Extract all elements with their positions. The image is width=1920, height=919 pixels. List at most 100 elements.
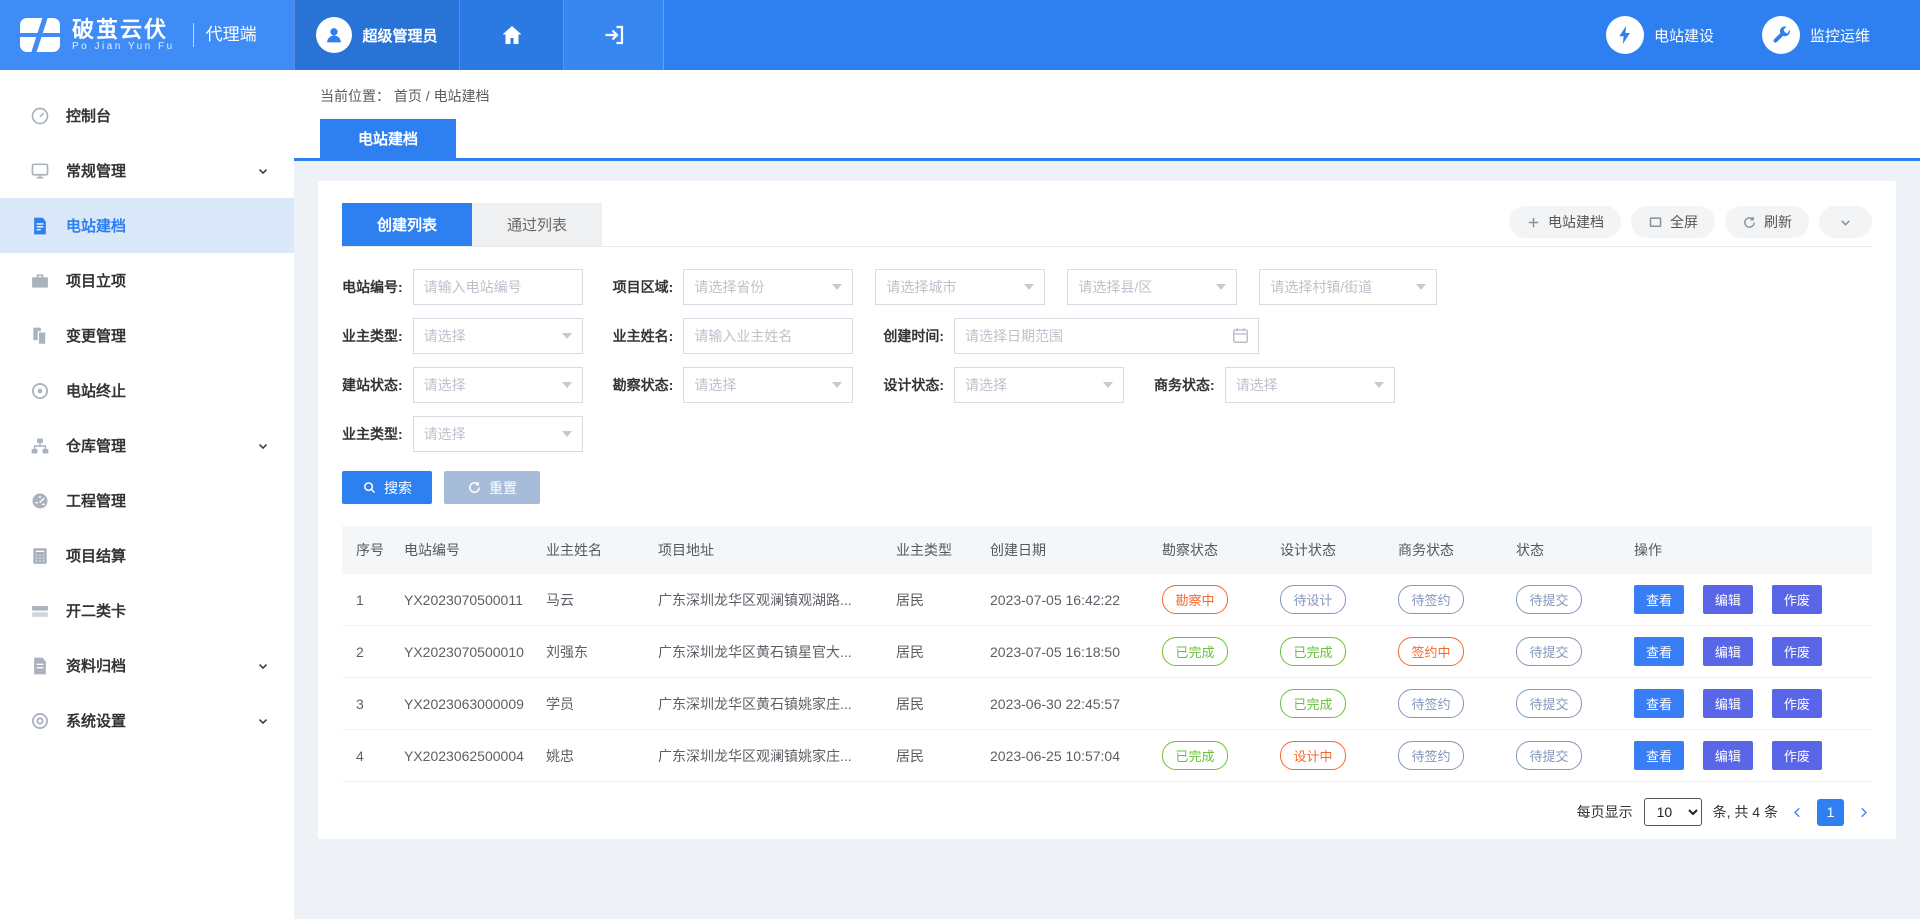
page-number-button[interactable]: 1: [1817, 799, 1844, 826]
sidebar-item-change-mgmt[interactable]: 变更管理: [0, 308, 294, 363]
cell-type: 居民: [888, 626, 982, 678]
sidebar-item-system-settings[interactable]: 系统设置: [0, 693, 294, 748]
owner-type-placeholder: 请选择: [424, 326, 466, 346]
create-time-label: 创建时间:: [883, 326, 944, 346]
business-status-placeholder: 请选择: [1236, 375, 1278, 395]
caret-down-icon: [1374, 382, 1384, 388]
view-button[interactable]: 查看: [1634, 689, 1684, 718]
brand-subtitle: Po Jian Yun Fu: [72, 41, 175, 52]
void-button[interactable]: 作废: [1772, 689, 1822, 718]
view-button[interactable]: 查看: [1634, 585, 1684, 614]
design-status-badge: 设计中: [1280, 741, 1346, 770]
build-status-select[interactable]: 请选择: [413, 367, 583, 403]
business-status-badge: 待签约: [1398, 741, 1464, 770]
table-row: 4 YX2023062500004 姚忠 广东深圳龙华区观澜镇姚家庄... 居民…: [342, 730, 1872, 782]
status-badge: 待提交: [1516, 585, 1582, 614]
sidebar-item-project-settlement[interactable]: 项目结算: [0, 528, 294, 583]
next-page-icon[interactable]: [1855, 804, 1872, 821]
fullscreen-button[interactable]: 全屏: [1631, 206, 1715, 238]
cell-address: 广东深圳龙华区黄石镇星官大...: [650, 626, 888, 678]
sidebar-item-label: 开二类卡: [66, 600, 126, 621]
nav-monitoring-ops[interactable]: 监控运维: [1762, 16, 1870, 54]
sidebar-item-project-initiation[interactable]: 项目立项: [0, 253, 294, 308]
search-icon: [362, 480, 377, 495]
refresh-button[interactable]: 刷新: [1725, 206, 1809, 238]
district-select[interactable]: 请选择县/区: [1067, 269, 1237, 305]
survey-status-select[interactable]: 请选择: [683, 367, 853, 403]
design-status-select[interactable]: 请选择: [954, 367, 1124, 403]
town-select[interactable]: 请选择村镇/街道: [1259, 269, 1437, 305]
reset-button[interactable]: 重置: [444, 471, 540, 504]
edit-button[interactable]: 编辑: [1703, 585, 1753, 614]
sidebar-item-station-termination[interactable]: 电站终止: [0, 363, 294, 418]
owner-type2-select[interactable]: 请选择: [413, 416, 583, 452]
station-no-input[interactable]: [413, 269, 583, 305]
sidebar-item-general-mgmt[interactable]: 常规管理: [0, 143, 294, 198]
sidebar-item-engineering-mgmt[interactable]: 工程管理: [0, 473, 294, 528]
table-row: 1 YX2023070500011 马云 广东深圳龙华区观澜镇观湖路... 居民…: [342, 574, 1872, 626]
sidebar-item-console[interactable]: 控制台: [0, 88, 294, 143]
province-select[interactable]: 请选择省份: [683, 269, 853, 305]
business-status-select[interactable]: 请选择: [1225, 367, 1395, 403]
refresh-icon: [1742, 215, 1757, 230]
per-page-select[interactable]: 10: [1644, 798, 1702, 826]
sidebar-item-label: 项目立项: [66, 270, 126, 291]
sidebar-item-label: 控制台: [66, 105, 111, 126]
void-button[interactable]: 作废: [1772, 585, 1822, 614]
business-status-badge: 签约中: [1398, 637, 1464, 666]
build-status-label: 建站状态:: [342, 375, 403, 395]
tab-create-list[interactable]: 创建列表: [342, 203, 472, 246]
brand-title: 破茧云伏: [72, 18, 175, 41]
city-select[interactable]: 请选择城市: [875, 269, 1045, 305]
view-button[interactable]: 查看: [1634, 637, 1684, 666]
edit-button[interactable]: 编辑: [1703, 689, 1753, 718]
sidebar-item-warehouse-mgmt[interactable]: 仓库管理: [0, 418, 294, 473]
cell-owner: 学员: [538, 678, 650, 730]
caret-down-icon: [562, 333, 572, 339]
sidebar-item-label: 电站终止: [66, 380, 126, 401]
monitor-icon: [30, 161, 50, 181]
cell-type: 居民: [888, 730, 982, 782]
sidebar-item-data-archive[interactable]: 资料归档: [0, 638, 294, 693]
status-badge: 待提交: [1516, 637, 1582, 666]
prev-page-icon[interactable]: [1789, 804, 1806, 821]
nav-station-construction[interactable]: 电站建设: [1606, 16, 1714, 54]
page-tab-station-archive[interactable]: 电站建档: [320, 119, 456, 158]
view-button[interactable]: 查看: [1634, 741, 1684, 770]
sidebar-item-type2-card[interactable]: 开二类卡: [0, 583, 294, 638]
cell-owner: 马云: [538, 574, 650, 626]
survey-status-badge: 已完成: [1162, 637, 1228, 666]
collapse-toolbar-button[interactable]: [1819, 206, 1872, 238]
void-button[interactable]: 作废: [1772, 637, 1822, 666]
breadcrumb: 当前位置： 首页 / 电站建档: [320, 86, 1920, 106]
owner-name-input[interactable]: [683, 318, 853, 354]
tab-passed-list[interactable]: 通过列表: [472, 203, 602, 246]
owner-type-select[interactable]: 请选择: [413, 318, 583, 354]
col-code: 电站编号: [396, 526, 538, 574]
cell-created: 2023-07-05 16:42:22: [982, 574, 1154, 626]
design-status-badge: 已完成: [1280, 637, 1346, 666]
sitemap-icon: [30, 436, 50, 456]
edit-button[interactable]: 编辑: [1703, 741, 1753, 770]
card-icon: [30, 601, 50, 621]
home-button[interactable]: [460, 0, 564, 70]
business-status-badge: 待签约: [1398, 689, 1464, 718]
breadcrumb-home[interactable]: 首页: [394, 88, 422, 104]
cell-address: 广东深圳龙华区黄石镇姚家庄...: [650, 678, 888, 730]
sidebar-item-station-archive[interactable]: 电站建档: [0, 198, 294, 253]
cell-type: 居民: [888, 678, 982, 730]
fullscreen-icon: [1648, 215, 1663, 230]
survey-status-label: 勘察状态:: [613, 375, 674, 395]
caret-down-icon: [1416, 284, 1426, 290]
logout-button[interactable]: [564, 0, 664, 70]
edit-button[interactable]: 编辑: [1703, 637, 1753, 666]
add-station-button[interactable]: 电站建档: [1509, 206, 1621, 238]
cell-type: 居民: [888, 574, 982, 626]
cell-address: 广东深圳龙华区观澜镇观湖路...: [650, 574, 888, 626]
sidebar-item-label: 电站建档: [66, 215, 126, 236]
brand-text: 破茧云伏 Po Jian Yun Fu: [72, 18, 175, 52]
user-menu[interactable]: 超级管理员: [294, 0, 460, 70]
search-button[interactable]: 搜索: [342, 471, 432, 504]
create-time-input[interactable]: [954, 318, 1259, 354]
void-button[interactable]: 作废: [1772, 741, 1822, 770]
